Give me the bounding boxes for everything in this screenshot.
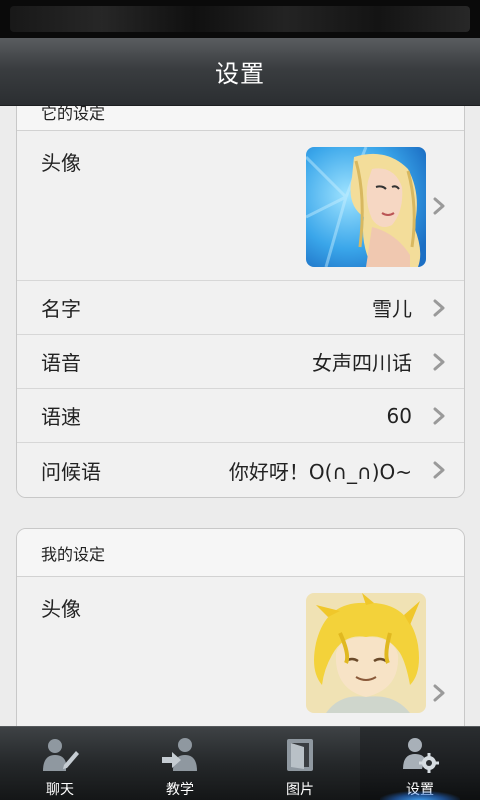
title-bar: 设置 [0,38,480,106]
bottom-tab-bar: 聊天 教学 图片 设置 [0,726,480,800]
active-tab-indicator [380,791,460,800]
my-settings-card: 我的设定 头像 [16,528,465,726]
robot-speech-rate-label: 语速 [41,405,81,429]
tab-pictures[interactable]: 图片 [240,727,360,800]
robot-voice-row[interactable]: 语音 女声四川话 [17,335,464,389]
robot-speech-rate-row[interactable]: 语速 60 [17,389,464,443]
teach-icon [162,738,197,771]
status-bar-obscured [10,6,470,32]
robot-voice-value: 女声四川话 [312,351,412,375]
chat-icon [43,739,79,771]
robot-voice-label: 语音 [41,351,81,375]
picture-icon [287,739,313,771]
robot-avatar-label: 头像 [41,151,81,175]
tab-teach-label: 教学 [166,782,194,798]
robot-name-row[interactable]: 名字 雪儿 [17,281,464,335]
my-avatar-label: 头像 [41,597,81,621]
robot-settings-section-title: 它的设定 [17,106,464,131]
tab-chat[interactable]: 聊天 [0,727,120,800]
tab-teach[interactable]: 教学 [120,727,240,800]
robot-greeting-row[interactable]: 问候语 你好呀！O(∩_∩)O~ [17,443,464,497]
chevron-right-icon [433,407,445,424]
robot-avatar-row[interactable]: 头像 [17,131,464,281]
my-avatar-row[interactable]: 头像 [17,577,464,726]
chevron-right-icon [433,461,445,479]
robot-settings-card: 它的设定 头像 名字 雪儿 语音 女声四川话 语速 60 问候语 你好呀！O(∩… [16,106,465,498]
status-bar [0,0,480,38]
robot-speech-rate-value: 60 [386,403,412,428]
chevron-right-icon [433,684,445,702]
chevron-right-icon [433,353,445,370]
robot-greeting-value: 你好呀！O(∩_∩)O~ [228,459,412,484]
tab-settings[interactable]: 设置 [360,727,480,800]
settings-icon [403,738,439,773]
robot-name-label: 名字 [41,297,81,321]
robot-greeting-label: 问候语 [41,459,101,484]
my-avatar-image [306,593,426,713]
app-screen: 设置 它的设定 头像 名字 雪儿 语音 女声四川话 语速 60 问候语 你好呀！… [0,0,480,800]
settings-scroll-area[interactable]: 它的设定 头像 名字 雪儿 语音 女声四川话 语速 60 问候语 你好呀！O(∩… [0,106,480,726]
tab-chat-label: 聊天 [46,782,74,798]
robot-name-value: 雪儿 [372,297,412,321]
page-title: 设置 [215,60,265,88]
chevron-right-icon [433,299,445,316]
my-settings-section-title: 我的设定 [17,529,464,577]
chevron-right-icon [433,197,445,214]
tab-pictures-label: 图片 [286,782,314,798]
robot-avatar-image [306,147,426,267]
